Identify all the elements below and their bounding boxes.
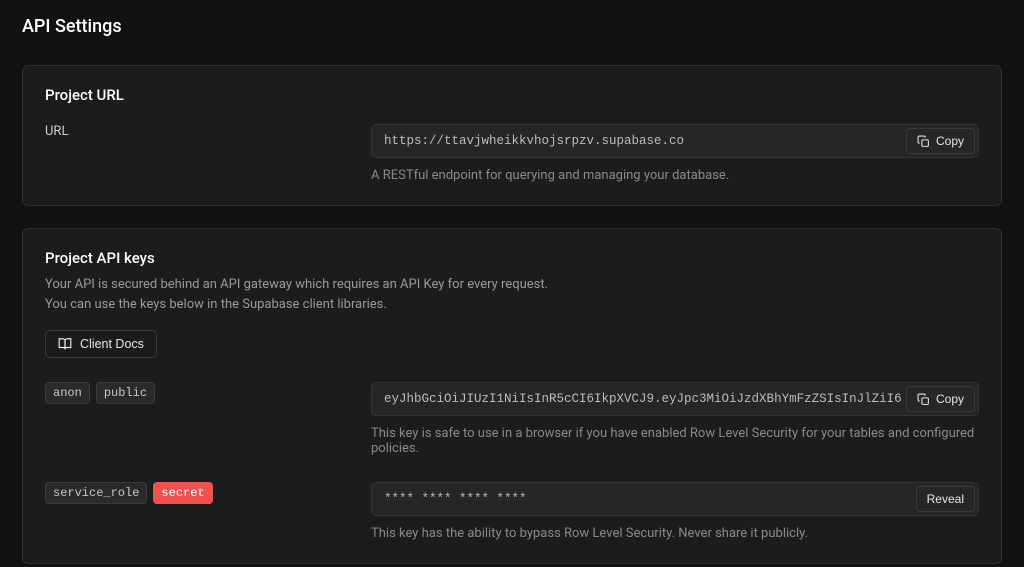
copy-anon-label: Copy bbox=[936, 392, 964, 406]
service-key-row: service_role secret Reveal This key has … bbox=[45, 482, 979, 541]
api-keys-heading: Project API keys bbox=[45, 249, 979, 267]
service-key-input-wrap: Reveal bbox=[371, 482, 979, 516]
url-input-wrap: Copy bbox=[371, 124, 979, 158]
reveal-service-key-button[interactable]: Reveal bbox=[916, 486, 975, 512]
service-role-badge: service_role bbox=[45, 482, 147, 504]
project-url-card: Project URL URL Copy A RESTful endpoint … bbox=[22, 65, 1002, 206]
anon-key-input[interactable] bbox=[371, 382, 979, 416]
api-keys-desc-line2: You can use the keys below in the Supaba… bbox=[45, 295, 979, 315]
copy-anon-key-button[interactable]: Copy bbox=[906, 386, 975, 412]
api-keys-description: Your API is secured behind an API gatewa… bbox=[45, 275, 979, 314]
service-key-help: This key has the ability to bypass Row L… bbox=[371, 526, 979, 541]
api-keys-card: Project API keys Your API is secured beh… bbox=[22, 228, 1002, 564]
url-input[interactable] bbox=[371, 124, 979, 158]
reveal-label: Reveal bbox=[927, 492, 964, 506]
url-label: URL bbox=[45, 124, 68, 139]
service-key-input[interactable] bbox=[371, 482, 979, 516]
copy-url-label: Copy bbox=[936, 134, 964, 148]
copy-url-button[interactable]: Copy bbox=[906, 128, 975, 154]
anon-key-help: This key is safe to use in a browser if … bbox=[371, 426, 979, 456]
anon-key-row: anon public Copy This key is safe to use… bbox=[45, 382, 979, 456]
url-row: URL Copy A RESTful endpoint for querying… bbox=[45, 124, 979, 183]
page-title: API Settings bbox=[22, 16, 1002, 37]
anon-badge: anon bbox=[45, 382, 90, 404]
public-badge: public bbox=[96, 382, 155, 404]
copy-icon bbox=[917, 135, 930, 148]
copy-icon bbox=[917, 393, 930, 406]
project-url-heading: Project URL bbox=[45, 86, 979, 104]
book-icon bbox=[58, 337, 72, 351]
api-keys-desc-line1: Your API is secured behind an API gatewa… bbox=[45, 275, 979, 295]
anon-key-input-wrap: Copy bbox=[371, 382, 979, 416]
client-docs-button[interactable]: Client Docs bbox=[45, 330, 157, 358]
secret-badge: secret bbox=[153, 482, 212, 504]
url-help-text: A RESTful endpoint for querying and mana… bbox=[371, 168, 979, 183]
client-docs-label: Client Docs bbox=[80, 337, 144, 351]
